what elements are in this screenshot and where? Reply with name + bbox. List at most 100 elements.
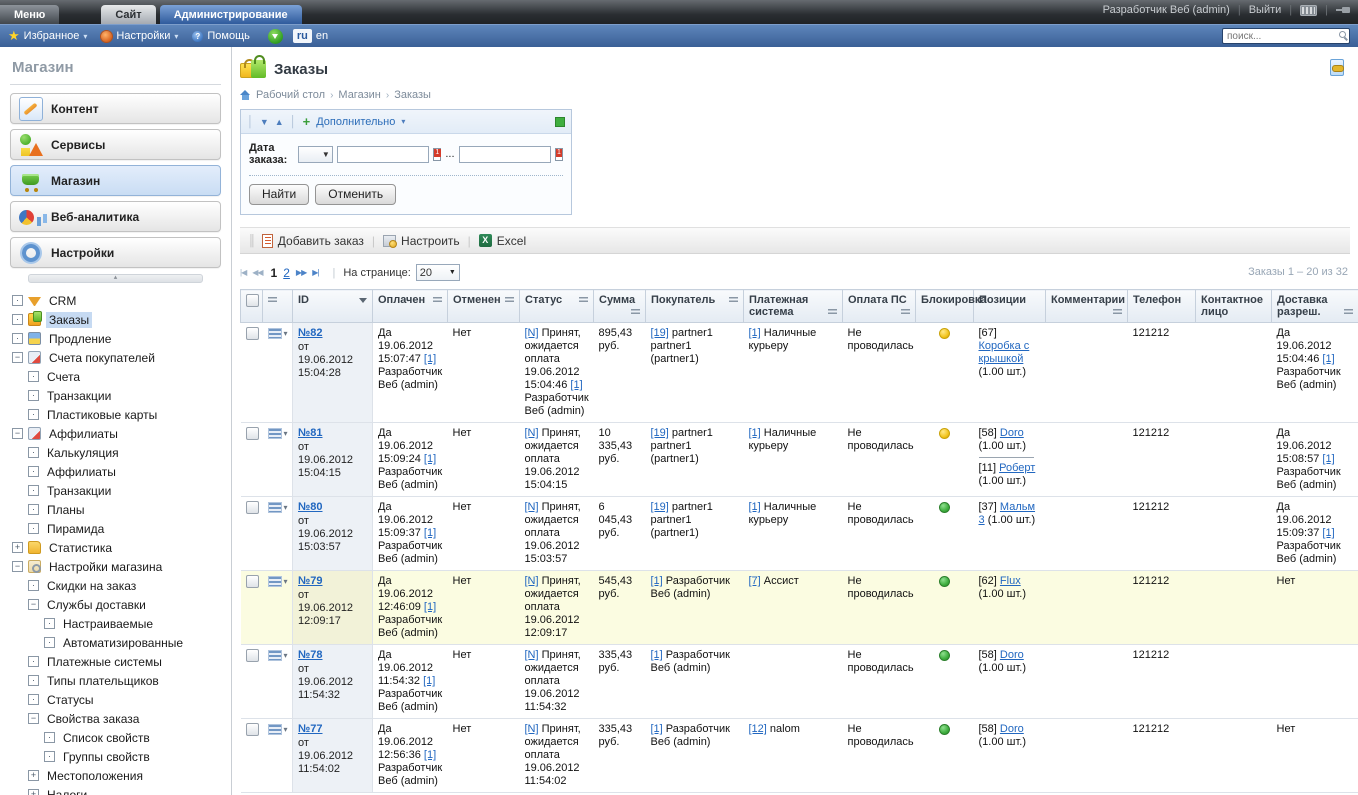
sidebar-item-analytics[interactable]: Веб-аналитика (10, 201, 221, 232)
breadcrumb-item[interactable]: Рабочий стол (256, 89, 325, 101)
column-filter-icon[interactable] (901, 309, 910, 316)
tree-item[interactable]: − Аффилиаты (10, 424, 221, 443)
logout-link[interactable]: Выйти (1249, 4, 1282, 16)
order-id-link[interactable]: №78 (298, 649, 323, 661)
cell-link[interactable]: [19] (651, 327, 669, 339)
pin-icon[interactable] (1336, 6, 1350, 14)
column-header[interactable]: Телефон (1127, 289, 1196, 323)
column-header[interactable]: Оплата ПС (842, 289, 916, 323)
search-input[interactable] (1222, 28, 1350, 44)
cell-link[interactable]: [1] (1322, 453, 1334, 465)
lang-ru-button[interactable]: ru (292, 29, 312, 43)
tree-item[interactable]: − Настройки магазина (10, 557, 221, 576)
order-id-link[interactable]: №77 (298, 723, 323, 735)
tree-item[interactable]: · Автоматизированные (10, 633, 221, 652)
tree-item[interactable]: · Пирамида (10, 519, 221, 538)
calendar-icon[interactable] (432, 147, 442, 161)
filter-expand-icon[interactable]: ▲ (275, 117, 284, 127)
tree-item[interactable]: · Настраиваемые (10, 614, 221, 633)
tree-expander-icon[interactable]: · (28, 675, 39, 686)
help-menu[interactable]: ? Помощь (192, 30, 250, 42)
tree-expander-icon[interactable]: · (28, 447, 39, 458)
cell-link[interactable]: [N] (525, 427, 539, 439)
column-header[interactable]: Позиции (973, 289, 1046, 323)
filter-state-icon[interactable] (555, 117, 565, 127)
configure-button[interactable]: Настроить (383, 234, 460, 248)
column-filter-icon[interactable] (505, 297, 514, 304)
tree-expander-icon[interactable]: · (44, 751, 55, 762)
add-order-button[interactable]: Добавить заказ (261, 233, 364, 248)
excel-button[interactable]: X Excel (478, 234, 526, 248)
tree-expander-icon[interactable]: · (28, 371, 39, 382)
order-id-link[interactable]: №79 (298, 575, 323, 587)
tree-item[interactable]: · Статусы (10, 690, 221, 709)
sidebar-item-settings[interactable]: Настройки (10, 237, 221, 268)
tree-item[interactable]: · Типы плательщиков (10, 671, 221, 690)
column-header[interactable]: ID (292, 289, 373, 323)
tree-expander-icon[interactable]: · (12, 333, 23, 344)
tree-item[interactable]: · Транзакции (10, 481, 221, 500)
tree-item[interactable]: · Аффилиаты (10, 462, 221, 481)
cell-link[interactable]: [1] (651, 649, 663, 661)
tree-item[interactable]: · Группы свойств (10, 747, 221, 766)
tree-item[interactable]: − Счета покупателей (10, 348, 221, 367)
tree-expander-icon[interactable]: · (28, 656, 39, 667)
cell-link[interactable]: [1] (424, 749, 436, 761)
tree-expander-icon[interactable]: + (28, 770, 39, 781)
cell-link[interactable]: [1] (1322, 353, 1334, 365)
page-link[interactable]: 2 (283, 266, 290, 280)
last-page-button[interactable]: ▶| (312, 268, 319, 277)
column-filter-icon[interactable] (631, 309, 640, 316)
select-all-checkbox[interactable] (246, 294, 259, 307)
row-checkbox[interactable] (245, 427, 259, 440)
cell-link[interactable]: Doro (1000, 723, 1024, 735)
tree-expander-icon[interactable]: · (28, 485, 39, 496)
tree-item[interactable]: + Местоположения (10, 766, 221, 785)
prev-page-button[interactable]: ◀◀ (252, 268, 263, 277)
sidebar-splitter-handle[interactable] (28, 274, 203, 283)
tree-expander-icon[interactable]: · (28, 694, 39, 705)
cell-link[interactable]: [1] (424, 353, 436, 365)
tree-item[interactable]: · Калькуляция (10, 443, 221, 462)
cell-link[interactable]: Роберт (999, 462, 1035, 474)
tree-expander-icon[interactable]: · (28, 466, 39, 477)
cell-link[interactable]: [1] (424, 527, 436, 539)
group-actions-header[interactable] (262, 289, 293, 323)
tree-item[interactable]: − Службы доставки (10, 595, 221, 614)
tree-expander-icon[interactable]: · (12, 314, 23, 325)
breadcrumb-item[interactable]: Магазин (338, 89, 380, 101)
column-filter-icon[interactable] (729, 297, 738, 304)
tree-expander-icon[interactable]: − (28, 713, 39, 724)
column-header[interactable]: Статус (519, 289, 594, 323)
cell-link[interactable]: Doro (1000, 427, 1024, 439)
tree-item[interactable]: · Скидки на заказ (10, 576, 221, 595)
filter-extra-link[interactable]: Дополнительно (316, 116, 395, 128)
cell-link[interactable]: [1] (570, 379, 582, 391)
tree-item[interactable]: · Платежные системы (10, 652, 221, 671)
next-page-button[interactable]: ▶▶ (296, 268, 307, 277)
tree-expander-icon[interactable]: − (12, 428, 23, 439)
cell-link[interactable]: [N] (525, 501, 539, 513)
tree-item[interactable]: − Свойства заказа (10, 709, 221, 728)
row-checkbox[interactable] (245, 649, 259, 662)
cell-link[interactable]: [N] (525, 723, 539, 735)
cell-link[interactable]: [1] (749, 501, 761, 513)
tree-item[interactable]: + Налоги (10, 785, 221, 795)
search-icon[interactable] (1339, 31, 1346, 38)
date-from-input[interactable] (336, 145, 429, 163)
tree-item[interactable]: · Список свойств (10, 728, 221, 747)
cell-link[interactable]: [1] (1322, 527, 1334, 539)
column-header[interactable]: Сумма (593, 289, 646, 323)
order-id-link[interactable]: №80 (298, 501, 323, 513)
home-icon[interactable] (240, 90, 251, 100)
column-header[interactable]: Покупатель (645, 289, 744, 323)
tree-item[interactable]: · Планы (10, 500, 221, 519)
tree-expander-icon[interactable]: · (28, 390, 39, 401)
tree-expander-icon[interactable]: · (44, 732, 55, 743)
settings-menu[interactable]: Настройки ▾ (101, 30, 178, 42)
column-filter-icon[interactable] (828, 309, 837, 316)
breadcrumb-item[interactable]: Заказы (394, 89, 431, 101)
tree-item[interactable]: · Пластиковые карты (10, 405, 221, 424)
cell-link[interactable]: [1] (423, 675, 435, 687)
cell-link[interactable]: [1] (651, 575, 663, 587)
